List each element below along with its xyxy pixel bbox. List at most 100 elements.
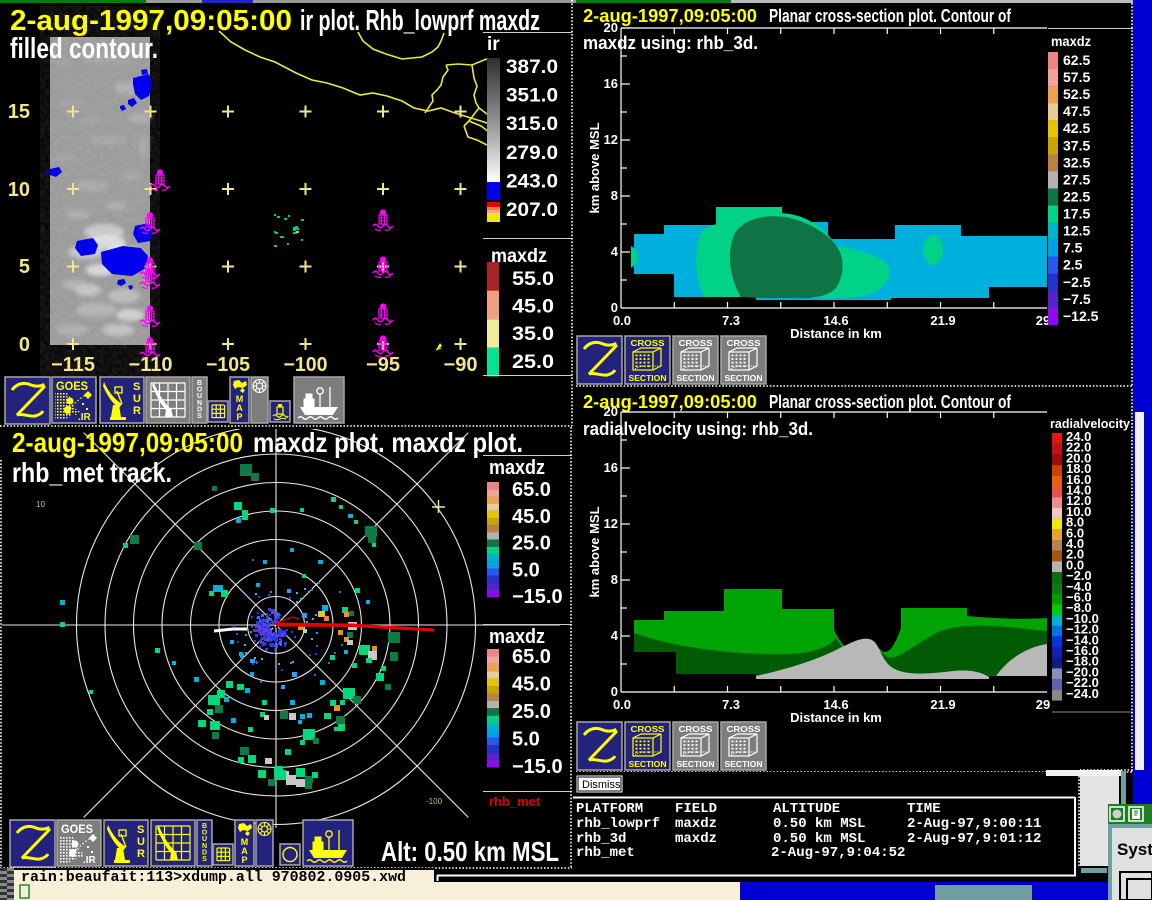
svg-text:243.0: 243.0 bbox=[506, 171, 558, 192]
svg-text:S: S bbox=[133, 381, 140, 393]
svg-text:CROSS: CROSS bbox=[679, 725, 714, 734]
svg-text:0.50 km MSL: 0.50 km MSL bbox=[773, 816, 865, 832]
svg-text:20: 20 bbox=[604, 404, 618, 419]
svg-text:−105: −105 bbox=[206, 354, 250, 376]
svg-text:P: P bbox=[236, 412, 242, 422]
svg-text:37.5: 37.5 bbox=[1063, 137, 1090, 153]
svg-text:rhb_met: rhb_met bbox=[576, 845, 635, 861]
svg-text:-100: -100 bbox=[426, 797, 443, 806]
svg-text:S: S bbox=[137, 824, 144, 836]
svg-text:FIELD: FIELD bbox=[675, 801, 717, 817]
svg-text:Planar cross-section plot. Co: Planar cross-section plot. Contour of bbox=[769, 392, 1012, 412]
svg-text:5.0: 5.0 bbox=[512, 559, 540, 581]
svg-text:−15.0: −15.0 bbox=[512, 756, 563, 778]
svg-text:0: 0 bbox=[19, 334, 30, 356]
svg-text:km above MSL: km above MSL bbox=[587, 122, 602, 213]
svg-text:21.9: 21.9 bbox=[930, 697, 955, 712]
svg-text:5.0: 5.0 bbox=[512, 729, 540, 751]
svg-text:45.0: 45.0 bbox=[512, 674, 551, 696]
svg-text:.IR: .IR bbox=[83, 855, 97, 866]
svg-text:CROSS: CROSS bbox=[631, 725, 666, 734]
svg-text:12.5: 12.5 bbox=[1063, 223, 1090, 239]
svg-text:rain:beaufait:113>xdump.all 97: rain:beaufait:113>xdump.all 970802.0905.… bbox=[21, 869, 406, 886]
svg-text:25.0: 25.0 bbox=[512, 701, 551, 723]
svg-text:maxdz plot. maxdz plot.: maxdz plot. maxdz plot. bbox=[253, 427, 523, 458]
svg-text:45.0: 45.0 bbox=[512, 506, 551, 528]
svg-text:65.0: 65.0 bbox=[512, 479, 551, 501]
svg-text:0.0: 0.0 bbox=[613, 697, 631, 712]
svg-text:12: 12 bbox=[604, 516, 618, 531]
svg-text:47.5: 47.5 bbox=[1063, 103, 1090, 119]
svg-text:21.9: 21.9 bbox=[930, 313, 955, 328]
svg-text:Syst: Syst bbox=[1117, 840, 1152, 859]
svg-text:387.0: 387.0 bbox=[506, 57, 558, 78]
svg-text:−24.0: −24.0 bbox=[1066, 686, 1099, 701]
svg-text:−7.5: −7.5 bbox=[1063, 291, 1091, 307]
svg-text:−115: −115 bbox=[51, 354, 95, 376]
svg-text:SECTION: SECTION bbox=[725, 374, 763, 383]
svg-text:CROSS: CROSS bbox=[679, 339, 714, 348]
svg-text:57.5: 57.5 bbox=[1063, 69, 1090, 85]
svg-text:−110: −110 bbox=[129, 354, 173, 376]
svg-text:GOES: GOES bbox=[56, 379, 88, 393]
svg-text:km above MSL: km above MSL bbox=[587, 506, 602, 597]
svg-text:ALTITUDE: ALTITUDE bbox=[773, 801, 840, 817]
svg-text:7.5: 7.5 bbox=[1063, 240, 1083, 256]
svg-text:Dismiss: Dismiss bbox=[582, 779, 621, 791]
svg-text:rhb_met track.: rhb_met track. bbox=[12, 457, 172, 488]
svg-text:16: 16 bbox=[604, 76, 618, 91]
svg-text:CROSS: CROSS bbox=[727, 339, 762, 348]
svg-text:25.0: 25.0 bbox=[512, 533, 551, 555]
svg-text:maxdz: maxdz bbox=[675, 831, 717, 847]
svg-text:S: S bbox=[197, 413, 202, 420]
svg-text:CROSS: CROSS bbox=[631, 339, 666, 348]
svg-text:SECTION: SECTION bbox=[629, 760, 667, 769]
svg-text:U: U bbox=[133, 393, 141, 405]
svg-text:PLATFORM: PLATFORM bbox=[576, 801, 643, 817]
svg-text:25.0: 25.0 bbox=[512, 352, 554, 373]
svg-text:5: 5 bbox=[19, 256, 30, 278]
svg-text:55.0: 55.0 bbox=[512, 269, 554, 290]
svg-text:maxdz: maxdz bbox=[489, 626, 545, 648]
svg-text:U: U bbox=[137, 836, 145, 848]
svg-text:16: 16 bbox=[604, 460, 618, 475]
svg-text:R: R bbox=[133, 405, 141, 417]
svg-text:35.0: 35.0 bbox=[512, 324, 554, 345]
svg-text:maxdz: maxdz bbox=[489, 457, 545, 479]
svg-text:62.5: 62.5 bbox=[1063, 52, 1090, 68]
svg-text:.IR: .IR bbox=[78, 412, 92, 423]
svg-text:radialvelocity using: rhb_3d.: radialvelocity using: rhb_3d. bbox=[583, 419, 813, 439]
svg-text:4: 4 bbox=[611, 244, 619, 259]
svg-text:−12.5: −12.5 bbox=[1063, 308, 1099, 324]
svg-text:10: 10 bbox=[8, 179, 30, 201]
svg-text:Planar cross-section plot. Co: Planar cross-section plot. Contour of bbox=[769, 6, 1012, 26]
svg-text:7.3: 7.3 bbox=[722, 313, 740, 328]
svg-text:32.5: 32.5 bbox=[1063, 154, 1090, 170]
svg-text:Distance in km: Distance in km bbox=[790, 326, 882, 341]
svg-text:Distance in km: Distance in km bbox=[790, 710, 882, 725]
svg-text:filled contour.: filled contour. bbox=[10, 33, 158, 65]
svg-text:17.5: 17.5 bbox=[1063, 206, 1090, 222]
svg-text:−15.0: −15.0 bbox=[512, 586, 563, 608]
svg-text:29: 29 bbox=[1036, 697, 1050, 712]
svg-text:52.5: 52.5 bbox=[1063, 86, 1090, 102]
svg-text:rhb_lowprf: rhb_lowprf bbox=[576, 816, 660, 832]
svg-text:−95: −95 bbox=[366, 354, 400, 376]
svg-text:maxdz: maxdz bbox=[491, 246, 547, 267]
svg-text:15: 15 bbox=[8, 101, 30, 123]
svg-text:22.5: 22.5 bbox=[1063, 188, 1090, 204]
svg-text:SECTION: SECTION bbox=[629, 374, 667, 383]
svg-text:SECTION: SECTION bbox=[677, 760, 715, 769]
svg-text:maxdz: maxdz bbox=[1051, 33, 1091, 49]
svg-text:maxdz: maxdz bbox=[675, 816, 717, 832]
svg-text:2-Aug-97,9:04:52: 2-Aug-97,9:04:52 bbox=[771, 845, 905, 861]
svg-text:27.5: 27.5 bbox=[1063, 171, 1090, 187]
svg-text:8: 8 bbox=[611, 188, 618, 203]
svg-text:2-Aug-97,9:00:11: 2-Aug-97,9:00:11 bbox=[907, 816, 1041, 832]
svg-text:SECTION: SECTION bbox=[677, 374, 715, 383]
svg-text:207.0: 207.0 bbox=[506, 200, 558, 221]
svg-text:maxdz using: rhb_3d.: maxdz using: rhb_3d. bbox=[583, 33, 758, 53]
svg-text:8: 8 bbox=[611, 572, 618, 587]
svg-text:TIME: TIME bbox=[907, 801, 941, 817]
svg-text:0.0: 0.0 bbox=[613, 313, 631, 328]
